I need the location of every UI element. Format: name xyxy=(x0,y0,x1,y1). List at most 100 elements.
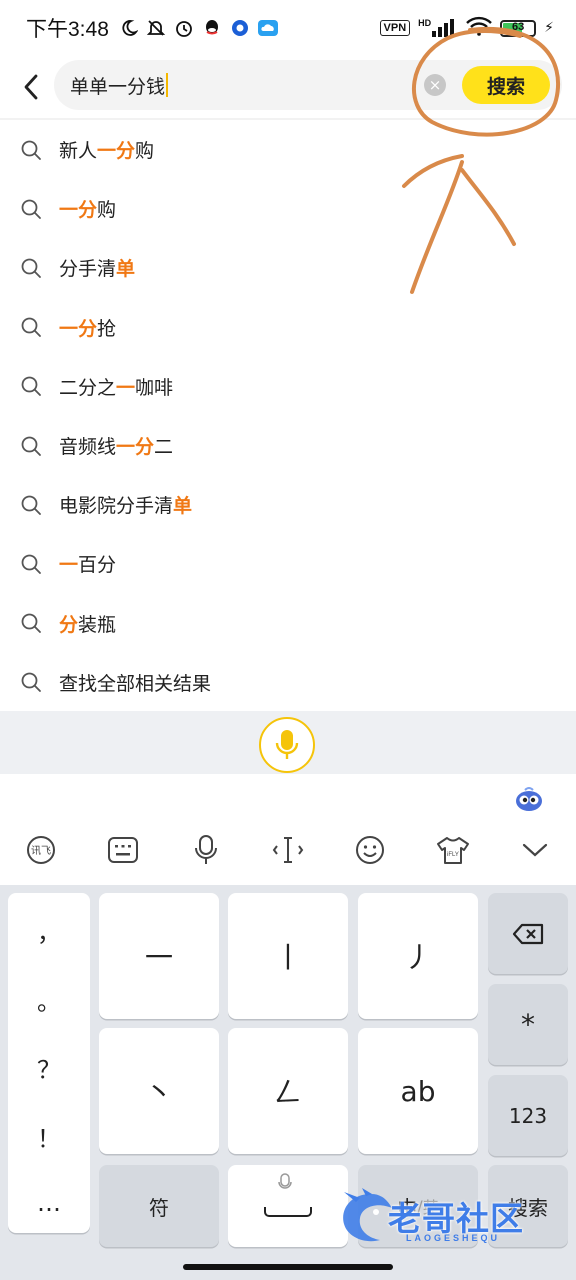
suggestion-text: 分手清单 xyxy=(59,254,135,281)
suggestion-highlight: 一分 xyxy=(97,140,136,163)
suggestion-fragment: 电影院分手清 xyxy=(59,495,174,518)
stroke-key-zhe[interactable]: 𠃋 xyxy=(228,1028,348,1154)
number-key[interactable]: 123 xyxy=(488,1075,568,1156)
collapse-icon[interactable] xyxy=(494,826,576,874)
moon-icon xyxy=(117,17,139,39)
emoji-icon[interactable] xyxy=(329,826,411,874)
space-key[interactable] xyxy=(228,1165,348,1247)
text-cursor xyxy=(166,73,169,97)
suggestion-list: 新人一分购 一分购 分手清单 一分抢 二分之一咖啡 音频线一分二 电影院分手清单 一百分 分装瓶… xyxy=(0,120,576,712)
search-icon xyxy=(21,613,41,633)
charging-icon: ⚡ xyxy=(544,20,554,36)
microphone-icon xyxy=(278,1173,292,1189)
suggestion-fragment: 购 xyxy=(97,199,117,222)
voice-input-button[interactable] xyxy=(259,717,315,773)
status-bar: 下午3:48 VPN HD 63 ⚡ xyxy=(0,0,576,56)
home-indicator[interactable] xyxy=(183,1264,393,1270)
suggestion-item[interactable]: 查找全部相关结果 xyxy=(0,653,576,712)
suggestion-item[interactable]: 分手清单 xyxy=(0,238,576,297)
search-input[interactable]: 单单一分钱 xyxy=(70,72,165,99)
clear-icon[interactable]: × xyxy=(424,74,446,96)
suggestion-highlight: 单 xyxy=(173,495,193,518)
suggestion-item[interactable]: 一分购 xyxy=(0,179,576,238)
search-icon xyxy=(21,672,41,693)
suggestion-highlight: 一分 xyxy=(116,436,155,459)
voice-band xyxy=(0,711,576,774)
suggestion-item[interactable]: 新人一分购 xyxy=(0,120,576,179)
suggestion-item[interactable]: 音频线一分二 xyxy=(0,416,576,475)
suggestion-item[interactable]: 电影院分手清单 xyxy=(0,475,576,534)
status-time: 下午3:48 xyxy=(26,18,109,41)
search-field[interactable]: 单单一分钱 × 搜索 xyxy=(54,60,562,110)
keyboard-icon[interactable] xyxy=(82,826,164,874)
keyboard-toolbar-area: 讯飞 iFLY xyxy=(0,774,576,885)
svg-text:iFLY: iFLY xyxy=(447,852,459,858)
suggestion-fragment: 装瓶 xyxy=(78,613,117,636)
suggestion-text: 电影院分手清单 xyxy=(59,491,192,518)
punct-key-comma[interactable]: ， xyxy=(8,913,90,948)
keyboard-toolbar: 讯飞 iFLY xyxy=(0,826,576,874)
svg-text:讯飞: 讯飞 xyxy=(31,845,51,857)
suggestion-highlight: 分 xyxy=(59,613,79,636)
suggestion-text: 二分之一咖啡 xyxy=(59,373,173,400)
search-icon xyxy=(21,258,41,278)
punct-key-ellipsis[interactable]: … xyxy=(8,1189,90,1217)
search-header: 单单一分钱 × 搜索 xyxy=(0,56,576,118)
suggestion-highlight: 一 xyxy=(59,554,79,577)
suggestion-fragment: 分手清 xyxy=(59,258,117,281)
ifly-logo-icon[interactable]: 讯飞 xyxy=(0,826,82,874)
star-key[interactable]: * xyxy=(488,984,568,1065)
suggestion-text: 新人一分购 xyxy=(59,136,154,163)
microphone-icon[interactable] xyxy=(165,826,247,874)
skin-icon[interactable]: iFLY xyxy=(411,826,493,874)
search-icon xyxy=(21,554,41,574)
suggestion-highlight: 一分 xyxy=(59,317,98,340)
battery-icon: 63 xyxy=(500,19,537,37)
cursor-icon[interactable] xyxy=(247,826,329,874)
suggestion-fragment: 二分之 xyxy=(59,376,117,399)
search-icon xyxy=(21,140,41,160)
suggestion-fragment: 新人 xyxy=(59,140,98,163)
suggestion-item[interactable]: 分装瓶 xyxy=(0,594,576,653)
stroke-key-shu[interactable]: 丨 xyxy=(228,893,348,1019)
symbol-key[interactable]: 符 xyxy=(99,1165,219,1247)
mascot-icon[interactable] xyxy=(514,784,544,814)
suggestion-fragment: 查找全部相关结果 xyxy=(59,672,212,695)
suggestion-highlight: 单 xyxy=(116,258,136,281)
vpn-badge: VPN xyxy=(379,20,411,36)
letter-key-ab[interactable]: ab xyxy=(358,1028,478,1154)
search-icon xyxy=(21,376,41,397)
backspace-icon xyxy=(512,923,544,944)
alarm-icon xyxy=(173,17,195,39)
suggestion-item[interactable]: 一分抢 xyxy=(0,298,576,357)
space-icon xyxy=(264,1207,312,1217)
punct-key-question[interactable]: ？ xyxy=(8,1050,90,1085)
search-icon xyxy=(21,436,41,456)
stroke-key-pie[interactable]: 丿 xyxy=(358,893,478,1019)
suggestion-text: 一百分 xyxy=(59,550,116,577)
search-icon xyxy=(21,199,41,219)
search-button[interactable]: 搜索 xyxy=(462,66,550,104)
wifi-icon xyxy=(466,16,493,41)
back-button[interactable] xyxy=(8,61,54,113)
cloud-icon xyxy=(257,17,279,39)
punct-key-exclaim[interactable]: ！ xyxy=(8,1119,90,1154)
suggestion-text: 查找全部相关结果 xyxy=(59,669,211,696)
suggestion-item[interactable]: 一百分 xyxy=(0,534,576,593)
suggestion-fragment: 抢 xyxy=(97,317,117,340)
punctuation-column[interactable]: ， 。 ？ ！ … xyxy=(8,893,90,1233)
microphone-icon xyxy=(275,730,299,759)
stroke-key-heng[interactable]: 一 xyxy=(99,893,219,1019)
stroke-key-dian[interactable]: 丶 xyxy=(99,1028,219,1154)
chevron-left-icon xyxy=(24,74,38,100)
backspace-key[interactable] xyxy=(488,893,568,974)
punct-key-period[interactable]: 。 xyxy=(8,982,90,1017)
suggestion-text: 一分抢 xyxy=(59,314,116,341)
search-icon xyxy=(21,495,41,515)
qq-icon xyxy=(201,17,223,39)
watermark: 老哥社区 LAOGESHEQU xyxy=(336,1186,568,1250)
suggestion-fragment: 百分 xyxy=(78,554,117,577)
suggestion-fragment: 购 xyxy=(135,140,155,163)
watermark-subtext: LAOGESHEQU xyxy=(406,1233,501,1243)
suggestion-item[interactable]: 二分之一咖啡 xyxy=(0,357,576,416)
